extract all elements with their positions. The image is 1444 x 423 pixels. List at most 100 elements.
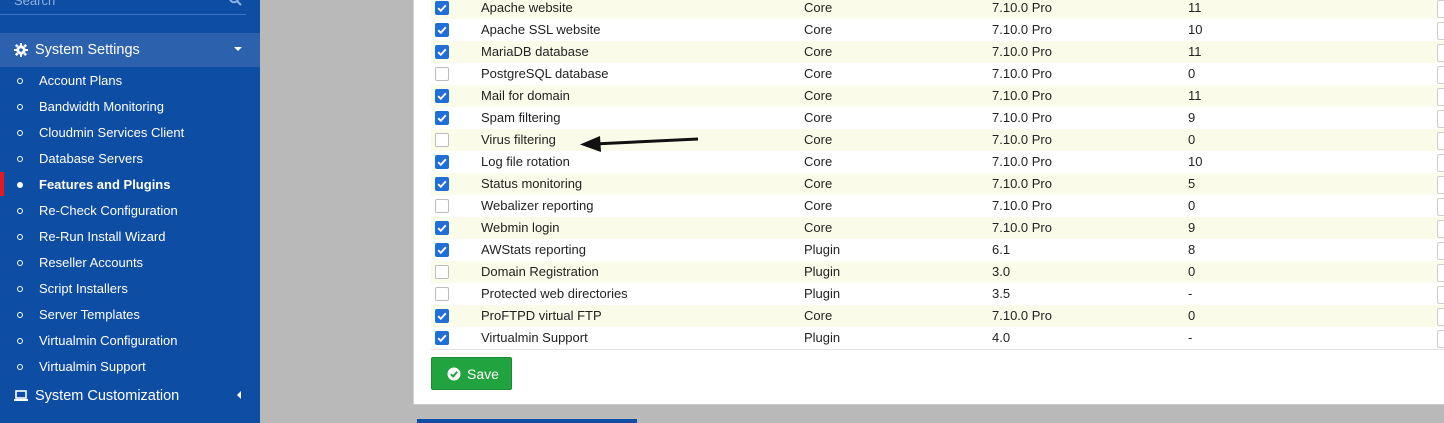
checkbox-checked-icon xyxy=(435,243,449,257)
feature-domain-count: - xyxy=(1188,330,1193,345)
row-select-dropdown[interactable] xyxy=(1437,0,1444,18)
table-row: PostgreSQL database Core 7.10.0 Pro 0 xyxy=(431,63,1444,86)
feature-checkbox[interactable] xyxy=(435,23,449,37)
row-select-dropdown[interactable] xyxy=(1437,22,1444,40)
section-system-settings[interactable]: System Settings xyxy=(0,33,260,67)
feature-version: 6.1 xyxy=(992,242,1011,257)
row-select-dropdown[interactable] xyxy=(1437,88,1444,106)
feature-name: Status monitoring xyxy=(481,176,583,191)
sidebar-item-reseller-accounts[interactable]: Reseller Accounts xyxy=(0,249,260,275)
row-select-dropdown[interactable] xyxy=(1437,154,1444,172)
save-button[interactable]: Save xyxy=(431,357,512,390)
table-row: Webalizer reporting Core 7.10.0 Pro 0 xyxy=(431,195,1444,218)
feature-checkbox[interactable] xyxy=(435,155,449,169)
row-select-dropdown[interactable] xyxy=(1437,220,1444,238)
feature-checkbox[interactable] xyxy=(435,287,449,301)
feature-checkbox[interactable] xyxy=(435,1,449,15)
table-row: Spam filtering Core 7.10.0 Pro 9 xyxy=(431,107,1444,130)
sidebar-item-re-run-install-wizard[interactable]: Re-Run Install Wizard xyxy=(0,223,260,249)
feature-type: Core xyxy=(804,44,833,59)
row-select-dropdown[interactable] xyxy=(1437,198,1444,216)
feature-name: AWStats reporting xyxy=(481,242,587,257)
row-select-dropdown[interactable] xyxy=(1437,132,1444,150)
table-row: Log file rotation Core 7.10.0 Pro 10 xyxy=(431,151,1444,174)
feature-domain-count: 11 xyxy=(1188,88,1202,103)
feature-checkbox[interactable] xyxy=(435,199,449,213)
row-select-dropdown[interactable] xyxy=(1437,308,1444,326)
table-row: MariaDB database Core 7.10.0 Pro 11 xyxy=(431,41,1444,64)
feature-checkbox[interactable] xyxy=(435,265,449,279)
sidebar-item-cloudmin-services-client[interactable]: Cloudmin Services Client xyxy=(0,119,260,145)
sidebar-item-virtualmin-configuration[interactable]: Virtualmin Configuration xyxy=(0,327,260,353)
caret-left-icon xyxy=(237,391,241,399)
sidebar-item-label: Virtualmin Configuration xyxy=(39,332,178,348)
feature-version: 7.10.0 Pro xyxy=(992,220,1052,235)
row-select-dropdown[interactable] xyxy=(1437,286,1444,304)
feature-checkbox[interactable] xyxy=(435,111,449,125)
feature-version: 7.10.0 Pro xyxy=(992,154,1052,169)
feature-type: Core xyxy=(804,0,833,15)
checkbox-unchecked-icon xyxy=(435,67,449,81)
feature-name: Apache SSL website xyxy=(481,22,601,37)
feature-checkbox[interactable] xyxy=(435,133,449,147)
row-select-dropdown[interactable] xyxy=(1437,110,1444,128)
row-select-dropdown[interactable] xyxy=(1437,242,1444,260)
feature-name: Virtualmin Support xyxy=(481,330,588,345)
feature-checkbox[interactable] xyxy=(435,221,449,235)
feature-checkbox[interactable] xyxy=(435,331,449,345)
checkbox-checked-icon xyxy=(435,89,449,103)
sidebar-item-database-servers[interactable]: Database Servers xyxy=(0,145,260,171)
feature-version: 7.10.0 Pro xyxy=(992,22,1052,37)
feature-checkbox[interactable] xyxy=(435,45,449,59)
feature-version: 4.0 xyxy=(992,330,1011,345)
table-row: ProFTPD virtual FTP Core 7.10.0 Pro 0 xyxy=(431,305,1444,328)
search-input[interactable] xyxy=(14,0,214,12)
feature-checkbox[interactable] xyxy=(435,309,449,323)
feature-domain-count: 5 xyxy=(1188,176,1196,191)
sidebar-item-re-check-configuration[interactable]: Re-Check Configuration xyxy=(0,197,260,223)
feature-domain-count: 11 xyxy=(1188,0,1202,15)
feature-domain-count: 0 xyxy=(1188,66,1196,81)
row-select-dropdown[interactable] xyxy=(1437,330,1444,348)
sidebar-item-label: Account Plans xyxy=(39,72,123,88)
feature-type: Core xyxy=(804,88,833,103)
feature-version: 7.10.0 Pro xyxy=(992,198,1052,213)
checkbox-checked-icon xyxy=(435,1,449,15)
row-select-dropdown[interactable] xyxy=(1437,264,1444,282)
bullet-icon xyxy=(17,182,23,188)
bullet-icon xyxy=(17,156,23,162)
sidebar-item-bandwidth-monitoring[interactable]: Bandwidth Monitoring xyxy=(0,93,260,119)
feature-checkbox[interactable] xyxy=(435,89,449,103)
checkbox-checked-icon xyxy=(435,45,449,59)
feature-name: Domain Registration xyxy=(481,264,599,279)
bullet-icon xyxy=(17,286,23,292)
feature-domain-count: 9 xyxy=(1188,110,1196,125)
feature-name: Webalizer reporting xyxy=(481,198,594,213)
gear-icon xyxy=(14,43,28,57)
sidebar-item-label: Features and Plugins xyxy=(39,176,171,192)
sidebar-item-virtualmin-support[interactable]: Virtualmin Support xyxy=(0,353,260,379)
checkbox-checked-icon xyxy=(435,309,449,323)
feature-type: Plugin xyxy=(804,286,841,301)
feature-domain-count: 0 xyxy=(1188,198,1196,213)
sidebar-item-script-installers[interactable]: Script Installers xyxy=(0,275,260,301)
sidebar-item-account-plans[interactable]: Account Plans xyxy=(0,67,260,93)
feature-checkbox[interactable] xyxy=(435,67,449,81)
checkbox-checked-icon xyxy=(435,331,449,345)
search-icon[interactable] xyxy=(228,0,242,6)
feature-type: Core xyxy=(804,176,833,191)
section-system-customization[interactable]: System Customization xyxy=(0,379,260,413)
feature-version: 7.10.0 Pro xyxy=(992,176,1052,191)
feature-checkbox[interactable] xyxy=(435,177,449,191)
feature-domain-count: 0 xyxy=(1188,132,1196,147)
feature-checkbox[interactable] xyxy=(435,243,449,257)
section-label: System Customization xyxy=(35,388,180,404)
feature-type: Core xyxy=(804,110,833,125)
row-select-dropdown[interactable] xyxy=(1437,44,1444,62)
row-select-dropdown[interactable] xyxy=(1437,176,1444,194)
row-select-dropdown[interactable] xyxy=(1437,66,1444,84)
table-row: Mail for domain Core 7.10.0 Pro 11 xyxy=(431,85,1444,108)
sidebar-item-server-templates[interactable]: Server Templates xyxy=(0,301,260,327)
sidebar-item-features-and-plugins[interactable]: Features and Plugins xyxy=(0,171,260,197)
sidebar-item-label: Virtualmin Support xyxy=(39,358,146,374)
